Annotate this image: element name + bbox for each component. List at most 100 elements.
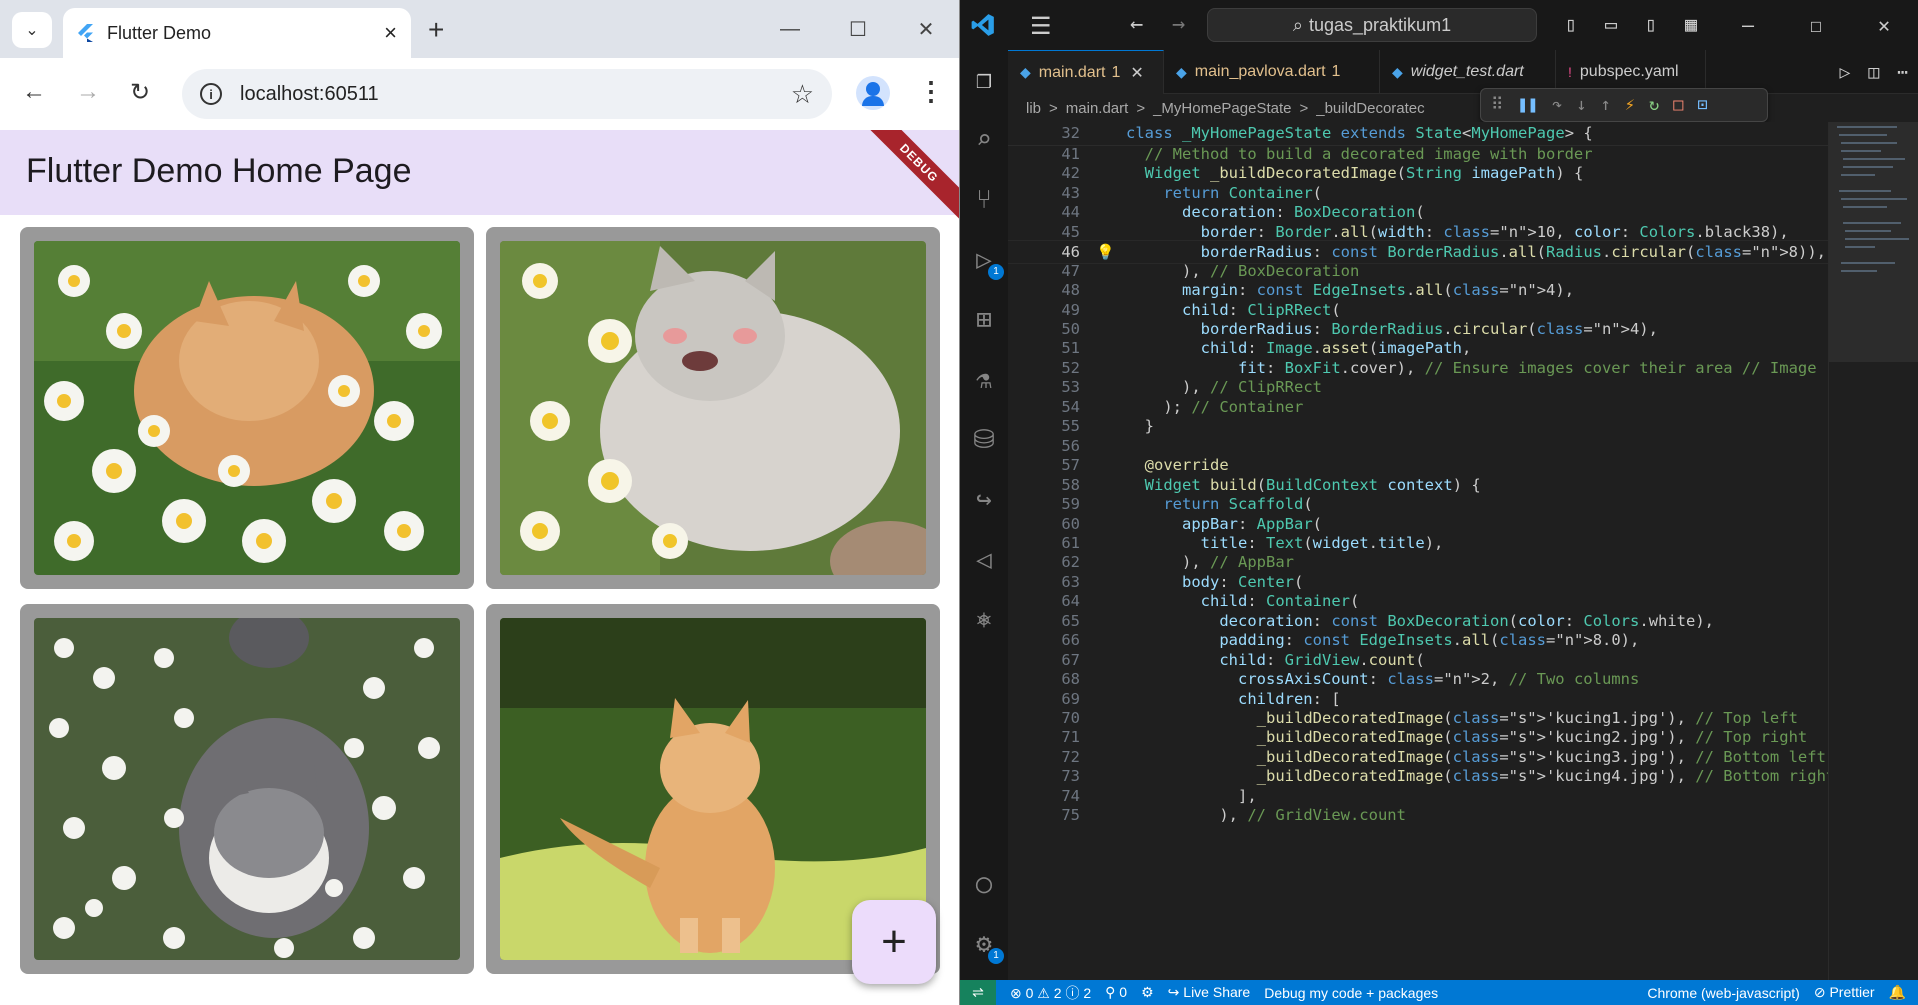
remote-indicator-icon[interactable]: ⇌ (960, 980, 996, 1005)
forward-icon[interactable]: → (1172, 12, 1185, 37)
step-out-icon[interactable]: ↑ (1600, 95, 1610, 115)
code-text: ), // GridView.count (1126, 806, 1406, 825)
profile-avatar-icon[interactable] (856, 76, 890, 110)
customize-layout-icon[interactable]: ▦ (1678, 12, 1704, 36)
more-actions-icon[interactable]: ⋯ (1897, 62, 1908, 83)
editor-tabs: ◆ main.dart 1 ✕ ◆ main_pavlova.dart 1 ◆ … (1008, 50, 1918, 94)
tab-label: main_pavlova.dart (1194, 63, 1326, 80)
cat-photo (34, 241, 460, 575)
close-icon[interactable]: ✕ (1130, 63, 1143, 83)
vscode-titlebar: ☰ ← → ⌕ tugas_praktikum1 ▯ ▭ ▯ ▦ — ☐ ✕ (960, 0, 1918, 50)
debug-mode-button[interactable]: Debug my code + packages (1264, 985, 1438, 1001)
accounts-icon[interactable]: ◯ (968, 868, 1000, 900)
site-info-icon[interactable]: i (200, 83, 222, 105)
problems-indicator[interactable]: ⊗ 0 ⚠ 2 ⓘ 2 (1010, 983, 1091, 1003)
tab-label: main.dart (1038, 63, 1106, 81)
toggle-panel-icon[interactable]: ▭ (1598, 12, 1624, 36)
add-fab-button[interactable]: + (852, 900, 936, 984)
breadcrumb-separator: > (1299, 99, 1309, 117)
new-tab-icon[interactable]: + (428, 14, 444, 46)
gear-icon[interactable]: ⚙ 1 (968, 928, 1004, 964)
toggle-sidebar-icon[interactable]: ▯ (1558, 12, 1584, 36)
minimize-icon[interactable]: — (756, 18, 824, 41)
pause-icon[interactable]: ❚❚ (1517, 95, 1537, 115)
sticky-scroll-line[interactable]: 32 class _MyHomePageState extends State<M… (1008, 122, 1828, 146)
testing-icon[interactable]: ⚗ (968, 364, 1000, 396)
back-icon[interactable]: ← (1130, 12, 1143, 37)
menu-icon[interactable]: ☰ (1030, 12, 1052, 40)
breadcrumb-separator: > (1049, 99, 1058, 117)
explorer-icon[interactable]: ❐ (968, 64, 1000, 96)
maximize-icon[interactable]: ☐ (1782, 13, 1850, 37)
image-tile-top-left (20, 227, 474, 589)
tab-label: widget_test.dart (1410, 63, 1524, 80)
extensions-icon[interactable]: ⊞ (968, 304, 1000, 336)
source-control-icon[interactable]: ⑂ (968, 184, 1000, 216)
code-line[interactable]: 75 ), // GridView.count (1008, 804, 1828, 828)
step-into-icon[interactable]: ↓ (1576, 95, 1586, 115)
drag-handle-icon[interactable]: ⠿ (1491, 95, 1503, 115)
search-icon[interactable]: ⌕ (968, 124, 1000, 156)
notifications-icon[interactable]: 🔔 (1889, 984, 1906, 1001)
split-editor-icon[interactable]: ◫ (1868, 62, 1879, 83)
database-icon[interactable]: ⛁ (968, 424, 1000, 456)
run-debug-icon[interactable]: ▷ (1839, 62, 1850, 83)
live-share-icon[interactable]: ↪ (968, 484, 1000, 516)
breadcrumb-item[interactable]: _MyHomePageState (1153, 100, 1291, 117)
chevron-down-icon: ⌄ (25, 22, 39, 39)
flutter-icon (78, 24, 93, 42)
device-target-button[interactable]: Chrome (web-javascript) (1647, 985, 1799, 1001)
cat-photo (500, 241, 926, 575)
cat-photo (34, 618, 460, 960)
maximize-icon[interactable]: ☐ (824, 17, 892, 42)
run-debug-icon[interactable]: ▷ 1 (968, 244, 1004, 280)
yaml-file-icon: ! (1568, 64, 1572, 80)
back-icon[interactable]: ← (22, 78, 46, 106)
browser-toolbar: ← → ↻ i localhost:60511 ☆ ⋮ (0, 58, 959, 130)
browser-tab[interactable]: Flutter Demo × (63, 8, 411, 58)
close-window-icon[interactable]: ✕ (892, 17, 959, 42)
activity-bar: ❐ ⌕ ⑂ ▷ 1 ⊞ ⚗ ⛁ ↪ ◁ ⎈ ◯ ⚙ 1 (960, 50, 1008, 980)
chrome-window: ⌄ Flutter Demo × + — ☐ ✕ ← → ↻ i localho… (0, 0, 960, 1005)
bookmark-star-icon[interactable]: ☆ (791, 79, 814, 110)
kubernetes-icon[interactable]: ⎈ (968, 604, 1000, 636)
menu-dots-icon[interactable]: ⋮ (918, 76, 944, 107)
restart-icon[interactable]: ↻ (1649, 95, 1659, 115)
debug-toolbar: ⠿ ❚❚ ↷ ↓ ↑ ⚡ ↻ □ ⊡ (1480, 88, 1768, 122)
minimap[interactable] (1828, 122, 1918, 980)
app-bar: Flutter Demo Home Page (0, 130, 959, 215)
inspect-widget-icon[interactable]: ⊡ (1697, 95, 1707, 115)
minimize-icon[interactable]: — (1714, 13, 1782, 37)
close-window-icon[interactable]: ✕ (1850, 13, 1918, 37)
step-over-icon[interactable]: ↷ (1552, 95, 1562, 115)
dart-file-icon: ◆ (1392, 63, 1403, 80)
page-title: Flutter Demo Home Page (26, 152, 412, 190)
tab-search-button[interactable]: ⌄ (12, 12, 52, 48)
page-viewport: Flutter Demo Home Page DEBUG + (0, 130, 959, 1005)
close-icon[interactable]: × (384, 20, 397, 46)
code-editor[interactable]: 32 class _MyHomePageState extends State<M… (1008, 122, 1828, 980)
prettier-button[interactable]: ⊘ Prettier (1814, 984, 1875, 1001)
breadcrumb: lib > main.dart > _MyHomePageState > _bu… (1008, 94, 1918, 122)
prettier-label: Prettier (1829, 984, 1875, 1000)
ports-indicator[interactable]: ⚲ 0 (1105, 984, 1127, 1001)
forward-icon[interactable]: → (76, 78, 100, 106)
stop-icon[interactable]: □ (1673, 95, 1683, 115)
breadcrumb-item[interactable]: lib (1026, 100, 1041, 117)
breadcrumb-item[interactable]: main.dart (1066, 100, 1129, 117)
breadcrumb-item[interactable]: _buildDecoratec (1316, 100, 1424, 117)
flutter-icon[interactable]: ◁ (968, 544, 1000, 576)
status-bar: ⇌ ⊗ 0 ⚠ 2 ⓘ 2 ⚲ 0 ⚙ ↪ Live Share Debug m… (960, 980, 1918, 1005)
address-bar[interactable]: i localhost:60511 ☆ (182, 69, 832, 119)
debug-status-icon[interactable]: ⚙ (1141, 984, 1154, 1001)
hot-reload-icon[interactable]: ⚡ (1625, 95, 1635, 115)
toggle-secondary-sidebar-icon[interactable]: ▯ (1638, 12, 1664, 36)
tab-main-pavlova-dart[interactable]: ◆ main_pavlova.dart 1 (1164, 50, 1380, 94)
dart-file-icon: ◆ (1020, 64, 1031, 80)
tab-main-dart[interactable]: ◆ main.dart 1 ✕ (1008, 50, 1164, 94)
url-text[interactable]: localhost:60511 (240, 83, 791, 106)
reload-icon[interactable]: ↻ (130, 78, 150, 107)
command-center-search[interactable]: ⌕ tugas_praktikum1 (1207, 8, 1537, 42)
live-share-button[interactable]: ↪ Live Share (1168, 984, 1251, 1001)
vscode-window: ☰ ← → ⌕ tugas_praktikum1 ▯ ▭ ▯ ▦ — ☐ ✕ ❐… (960, 0, 1918, 1005)
